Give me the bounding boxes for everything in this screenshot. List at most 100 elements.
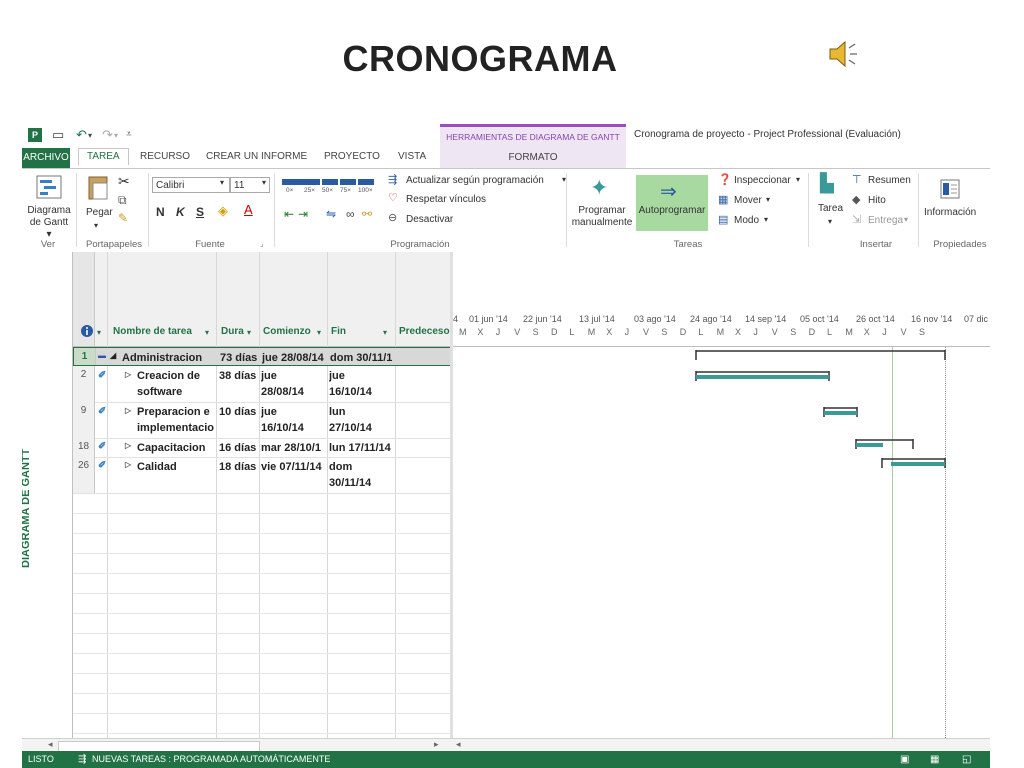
expand-icon[interactable]: ▷ bbox=[125, 406, 131, 415]
col-dur-dropdown-icon[interactable]: ▾ bbox=[247, 328, 251, 337]
milestone-icon[interactable]: ◆ bbox=[852, 193, 860, 206]
empty-row[interactable] bbox=[73, 553, 451, 574]
tab-vista[interactable]: VISTA bbox=[398, 151, 426, 162]
move-icon[interactable]: ▦ bbox=[718, 193, 728, 206]
task-start[interactable]: jue 16/10/14 bbox=[261, 404, 304, 436]
scroll-right-icon[interactable]: ▸ bbox=[434, 739, 439, 750]
deactivate-button[interactable]: Desactivar bbox=[406, 214, 453, 225]
cut-icon[interactable]: ✂ bbox=[118, 173, 130, 190]
font-dropdown-icon[interactable]: ▾ bbox=[220, 178, 224, 187]
collapse-icon[interactable]: ◢ bbox=[110, 351, 116, 360]
empty-row[interactable] bbox=[73, 573, 451, 594]
new-tasks-mode[interactable]: NUEVAS TAREAS : PROGRAMADA AUTOMÁTICAMEN… bbox=[92, 751, 330, 768]
underline-button[interactable]: S bbox=[196, 205, 204, 219]
undo-icon[interactable]: ↶ bbox=[76, 127, 87, 143]
expand-icon[interactable]: ▷ bbox=[125, 370, 131, 379]
task-duration[interactable]: 73 días bbox=[220, 350, 257, 366]
empty-row[interactable] bbox=[73, 673, 451, 694]
gantt-view-status-icon[interactable]: ▣ bbox=[900, 751, 909, 768]
paste-icon[interactable] bbox=[86, 173, 110, 201]
summary-bar-calidad[interactable] bbox=[881, 458, 947, 470]
inspect-icon[interactable]: ❓ bbox=[718, 173, 732, 186]
link-tasks-icon[interactable]: ∞ bbox=[346, 207, 355, 221]
information-button[interactable]: Información bbox=[924, 207, 976, 218]
auto-schedule-highlight[interactable]: ⇒ Autoprogramar bbox=[636, 175, 708, 231]
task-duration[interactable]: 10 días bbox=[219, 404, 256, 420]
empty-row[interactable] bbox=[73, 653, 451, 674]
outdent-icon[interactable]: ⇥ bbox=[298, 207, 308, 221]
update-schedule-icon[interactable]: ⇶ bbox=[388, 173, 397, 186]
save-icon[interactable]: ▭ bbox=[52, 127, 64, 143]
col-nombre-dropdown-icon[interactable]: ▾ bbox=[205, 328, 209, 337]
task-end[interactable]: jue 16/10/14 bbox=[329, 368, 372, 400]
task-duration[interactable]: 18 días bbox=[219, 459, 256, 475]
expand-icon[interactable]: ▷ bbox=[125, 460, 131, 469]
task-end[interactable]: lun 17/11/14 bbox=[329, 440, 391, 456]
respect-links-icon[interactable]: ♡ bbox=[388, 191, 398, 204]
summary-button[interactable]: Resumen bbox=[868, 175, 911, 186]
empty-row[interactable] bbox=[73, 533, 451, 554]
empty-row[interactable] bbox=[73, 593, 451, 614]
paste-dropdown-icon[interactable]: ▾ bbox=[94, 221, 98, 230]
empty-row[interactable] bbox=[73, 713, 451, 734]
undo-dropdown-icon[interactable]: ▾ bbox=[88, 131, 92, 140]
task-duration[interactable]: 16 días bbox=[219, 440, 256, 456]
empty-row[interactable] bbox=[73, 693, 451, 714]
tab-proyecto[interactable]: PROYECTO bbox=[324, 151, 380, 162]
information-icon[interactable] bbox=[940, 179, 960, 199]
col-fin[interactable]: Fin bbox=[331, 326, 346, 337]
manual-schedule-button[interactable]: Programar manualmente bbox=[570, 205, 634, 229]
task-name[interactable]: Capacitacion bbox=[137, 440, 205, 456]
table-row[interactable]: 26 ✐ ▷ Calidad 18 días vie 07/11/14 dom … bbox=[73, 457, 451, 494]
deliverable-icon[interactable]: ⇲ bbox=[852, 213, 861, 226]
insert-task-dropdown-icon[interactable]: ▾ bbox=[828, 217, 832, 226]
deactivate-icon[interactable]: ⊖ bbox=[388, 211, 397, 224]
italic-button[interactable]: K bbox=[176, 205, 185, 219]
update-schedule-button[interactable]: Actualizar según programación bbox=[406, 175, 544, 186]
scroll-left-icon[interactable]: ◂ bbox=[48, 739, 53, 750]
indent-icon[interactable]: ⇤ bbox=[284, 207, 294, 221]
task-start[interactable]: vie 07/11/14 bbox=[261, 459, 322, 475]
summary-icon[interactable]: ⊤ bbox=[852, 173, 862, 186]
customize-qat-icon[interactable]: ⩡ bbox=[126, 129, 132, 140]
task-name[interactable]: Creacion de software bbox=[137, 368, 200, 400]
tab-crear-informe[interactable]: CREAR UN INFORME bbox=[206, 151, 307, 162]
task-end[interactable]: dom 30/11/1 bbox=[330, 350, 396, 366]
empty-row[interactable] bbox=[73, 633, 451, 654]
table-row[interactable]: 18 ✐ ▷ Capacitacion 16 días mar 28/10/1 … bbox=[73, 438, 451, 458]
speaker-icon[interactable] bbox=[826, 38, 862, 70]
table-row[interactable]: 1 ▬ ◢ Administracion 73 días jue 28/08/1… bbox=[73, 347, 451, 366]
tab-tarea[interactable]: TAREA bbox=[78, 148, 129, 165]
expand-icon[interactable]: ▷ bbox=[125, 441, 131, 450]
gantt-view-button[interactable]: Diagrama de Gantt ▾ bbox=[26, 205, 72, 241]
copy-icon[interactable]: ⧉ bbox=[118, 193, 127, 208]
mode-icon[interactable]: ▤ bbox=[718, 213, 728, 226]
empty-row[interactable] bbox=[73, 493, 451, 514]
task-start[interactable]: mar 28/10/1 bbox=[261, 440, 327, 456]
task-duration[interactable]: 38 días bbox=[219, 368, 256, 384]
insert-task-button[interactable]: Tarea bbox=[818, 203, 843, 214]
summary-bar-administracion[interactable] bbox=[695, 350, 947, 362]
move-button[interactable]: Mover bbox=[734, 195, 762, 206]
chart-scroll-left-icon[interactable]: ◂ bbox=[456, 739, 461, 750]
task-start[interactable]: jue 28/08/14 bbox=[262, 350, 324, 366]
summary-bar-creacion-software[interactable] bbox=[695, 371, 831, 383]
task-name[interactable]: Administracion bbox=[122, 350, 202, 366]
col-fin-dropdown-icon[interactable]: ▾ bbox=[383, 328, 387, 337]
mode-column-sort-icon[interactable]: ▾ bbox=[97, 328, 101, 337]
milestone-button[interactable]: Hito bbox=[868, 195, 886, 206]
deliverable-dropdown-icon[interactable]: ▾ bbox=[904, 215, 908, 224]
col-comienzo[interactable]: Comienzo bbox=[263, 326, 311, 337]
redo-icon[interactable]: ↷ bbox=[102, 127, 113, 143]
progress-50-icon[interactable] bbox=[322, 179, 338, 185]
summary-bar-preparacion[interactable] bbox=[823, 407, 859, 419]
progress-25-icon[interactable] bbox=[304, 179, 320, 185]
table-row[interactable]: 2 ✐ ▷ Creacion de software 38 días jue 2… bbox=[73, 366, 451, 403]
font-size-dropdown-icon[interactable]: ▾ bbox=[262, 178, 266, 187]
progress-75-icon[interactable] bbox=[340, 179, 356, 185]
task-start[interactable]: jue 28/08/14 bbox=[261, 368, 304, 400]
mode-button[interactable]: Modo bbox=[734, 215, 759, 226]
table-row[interactable]: 9 ✐ ▷ Preparacion e implementacio 10 día… bbox=[73, 402, 451, 439]
col-comienzo-dropdown-icon[interactable]: ▾ bbox=[317, 328, 321, 337]
tab-archivo[interactable]: ARCHIVO bbox=[22, 148, 70, 168]
